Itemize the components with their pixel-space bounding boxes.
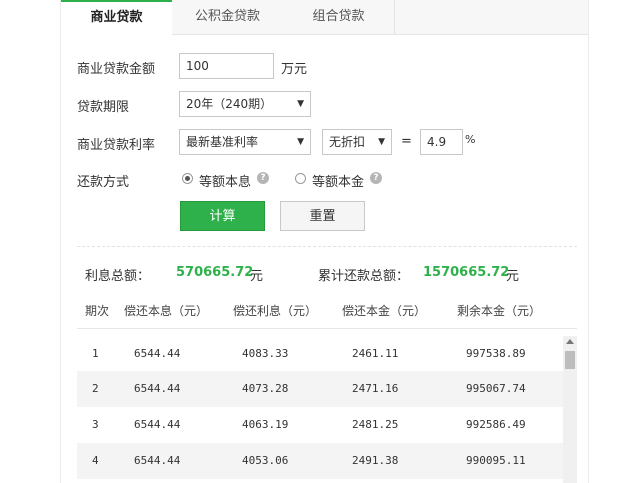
percent-sign: %: [465, 133, 476, 146]
chevron-down-icon: ▼: [378, 137, 385, 147]
tab-provident-fund-loan[interactable]: 公积金贷款: [172, 0, 284, 34]
repayment-total-value: 1570665.72: [423, 265, 510, 280]
cell-interest: 4083.33: [242, 347, 289, 360]
scroll-up-arrow-icon[interactable]: [566, 339, 574, 344]
term-select-value: 20年（240期）: [186, 97, 273, 111]
table-scrollbar[interactable]: [563, 336, 577, 483]
col-header-period: 期次: [85, 304, 110, 318]
cell-interest: 4053.06: [242, 454, 289, 467]
divider: [77, 246, 577, 247]
tab-commercial-loan[interactable]: 商业贷款: [61, 0, 173, 36]
rate-input[interactable]: 4.9: [420, 129, 463, 155]
cell-period: 4: [92, 454, 99, 467]
cell-principal: 2491.38: [352, 454, 399, 467]
amount-unit: 万元: [281, 62, 308, 77]
table-row: 4 6544.44 4053.06 2491.38 990095.11: [77, 443, 563, 479]
cell-period: 2: [92, 382, 99, 395]
cell-interest: 4063.19: [242, 418, 289, 431]
cell-remaining: 997538.89: [466, 347, 526, 360]
amount-input[interactable]: 100: [179, 53, 274, 79]
cell-payment: 6544.44: [134, 347, 181, 360]
term-label: 贷款期限: [77, 100, 130, 115]
tab-combined-loan[interactable]: 组合贷款: [283, 0, 395, 34]
rate-label: 商业贷款利率: [77, 138, 156, 153]
cell-principal: 2481.25: [352, 418, 399, 431]
tab-bar: 商业贷款 公积金贷款 组合贷款: [61, 0, 588, 36]
help-circle-icon[interactable]: ?: [370, 172, 382, 184]
help-circle-icon[interactable]: ?: [257, 172, 269, 184]
cell-payment: 6544.44: [134, 454, 181, 467]
table-row: 1 6544.44 4083.33 2461.11 997538.89: [77, 336, 563, 372]
amount-label: 商业贷款金额: [77, 62, 156, 77]
chevron-down-icon: ▼: [297, 137, 304, 147]
cell-payment: 6544.44: [134, 382, 181, 395]
repayment-total-label: 累计还款总额：: [318, 269, 410, 284]
cell-remaining: 995067.74: [466, 382, 526, 395]
col-header-payment: 偿还本息（元）: [124, 304, 209, 318]
radio-equal-installment[interactable]: [182, 173, 193, 184]
calculate-button[interactable]: 计算: [180, 201, 265, 231]
radio-equal-principal[interactable]: [295, 173, 306, 184]
table-header-divider: [77, 328, 577, 329]
interest-total-unit: 元: [250, 269, 264, 284]
scrollbar-thumb[interactable]: [565, 351, 575, 369]
table-row: 2 6544.44 4073.28 2471.16 995067.74: [77, 371, 563, 407]
cell-interest: 4073.28: [242, 382, 289, 395]
loan-calculator-panel: 商业贷款 公积金贷款 组合贷款 商业贷款金额 100 万元 贷款期限 20年（2…: [60, 0, 589, 483]
rate-type-value: 最新基准利率: [186, 135, 259, 149]
reset-button[interactable]: 重置: [280, 201, 365, 231]
col-header-principal: 偿还本金（元）: [342, 304, 427, 318]
cell-remaining: 990095.11: [466, 454, 526, 467]
equal-principal-label[interactable]: 等额本金: [312, 171, 364, 190]
equals-sign: =: [401, 134, 412, 149]
cell-period: 1: [92, 347, 99, 360]
repay-method-label: 还款方式: [77, 175, 130, 190]
col-header-remaining: 剩余本金（元）: [457, 304, 542, 318]
repayment-total-unit: 元: [506, 269, 520, 284]
equal-installment-label[interactable]: 等额本息: [199, 171, 251, 190]
cell-principal: 2461.11: [352, 347, 399, 360]
rate-type-select[interactable]: 最新基准利率 ▼: [179, 129, 311, 155]
cell-remaining: 992586.49: [466, 418, 526, 431]
interest-total-value: 570665.72: [176, 265, 254, 280]
cell-period: 3: [92, 418, 99, 431]
cell-payment: 6544.44: [134, 418, 181, 431]
discount-select[interactable]: 无折扣 ▼: [322, 129, 392, 155]
cell-principal: 2471.16: [352, 382, 399, 395]
discount-value: 无折扣: [329, 135, 366, 149]
col-header-interest: 偿还利息（元）: [233, 304, 318, 318]
chevron-down-icon: ▼: [297, 99, 304, 109]
interest-total-label: 利息总额：: [85, 269, 151, 284]
term-select[interactable]: 20年（240期） ▼: [179, 91, 311, 117]
table-row: 3 6544.44 4063.19 2481.25 992586.49: [77, 407, 563, 443]
